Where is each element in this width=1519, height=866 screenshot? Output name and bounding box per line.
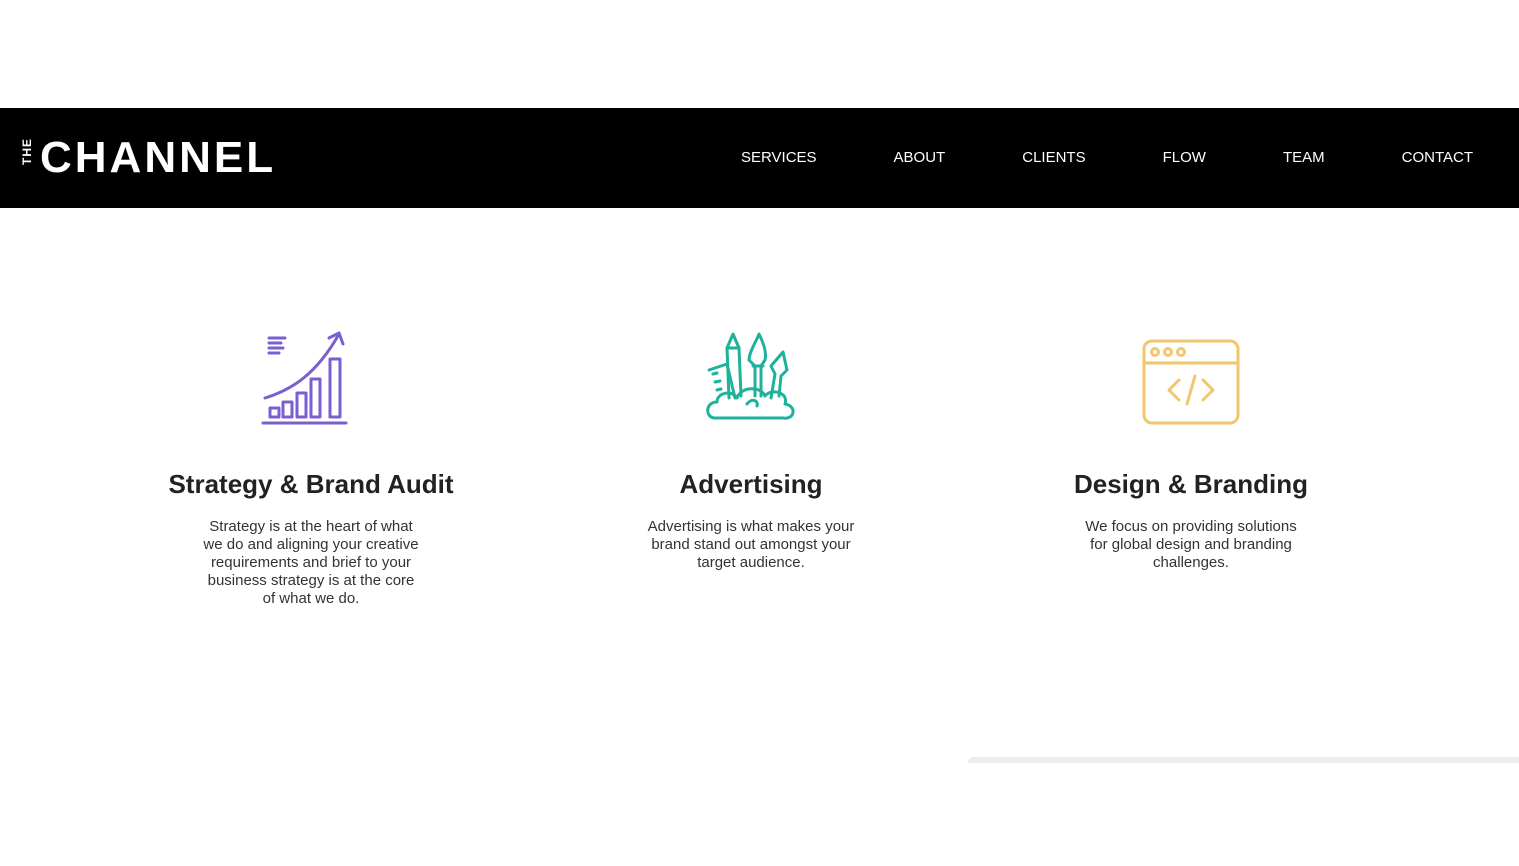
nav-item-clients[interactable]: CLIENTS <box>1022 149 1085 166</box>
brand-logo[interactable]: THE CHANNEL <box>20 133 277 182</box>
service-description: Advertising is what makes your brand sta… <box>647 518 855 571</box>
service-title: Strategy & Brand Audit <box>168 469 454 499</box>
nav-item-flow[interactable]: FLOW <box>1163 149 1206 166</box>
service-title: Advertising <box>679 469 823 499</box>
navbar: THE CHANNEL SERVICES ABOUT CLIENTS FLOW … <box>0 108 1519 208</box>
logo-prefix: THE <box>20 138 34 165</box>
nav-item-about[interactable]: ABOUT <box>894 149 946 166</box>
service-title: Design & Branding <box>1073 469 1308 499</box>
service-card-design: Design & Branding We focus on providing … <box>1031 330 1351 572</box>
service-card-strategy: Strategy & Brand Audit Strategy is at th… <box>151 330 471 608</box>
logo-wordmark: CHANNEL <box>40 133 277 182</box>
growth-chart-icon <box>261 331 348 425</box>
service-description: We focus on providing solutions for glob… <box>1085 518 1297 571</box>
service-description: Strategy is at the heart of what we do a… <box>203 518 419 607</box>
section-divider <box>968 757 1519 763</box>
code-window-icon <box>1142 339 1240 425</box>
service-card-advertising: Advertising Advertising is what makes yo… <box>591 330 911 572</box>
art-tools-icon <box>706 332 795 420</box>
nav-menu: SERVICES ABOUT CLIENTS FLOW TEAM CONTACT <box>664 108 1473 208</box>
nav-item-services[interactable]: SERVICES <box>741 149 817 166</box>
nav-item-contact[interactable]: CONTACT <box>1402 149 1473 166</box>
nav-item-team[interactable]: TEAM <box>1283 149 1325 166</box>
